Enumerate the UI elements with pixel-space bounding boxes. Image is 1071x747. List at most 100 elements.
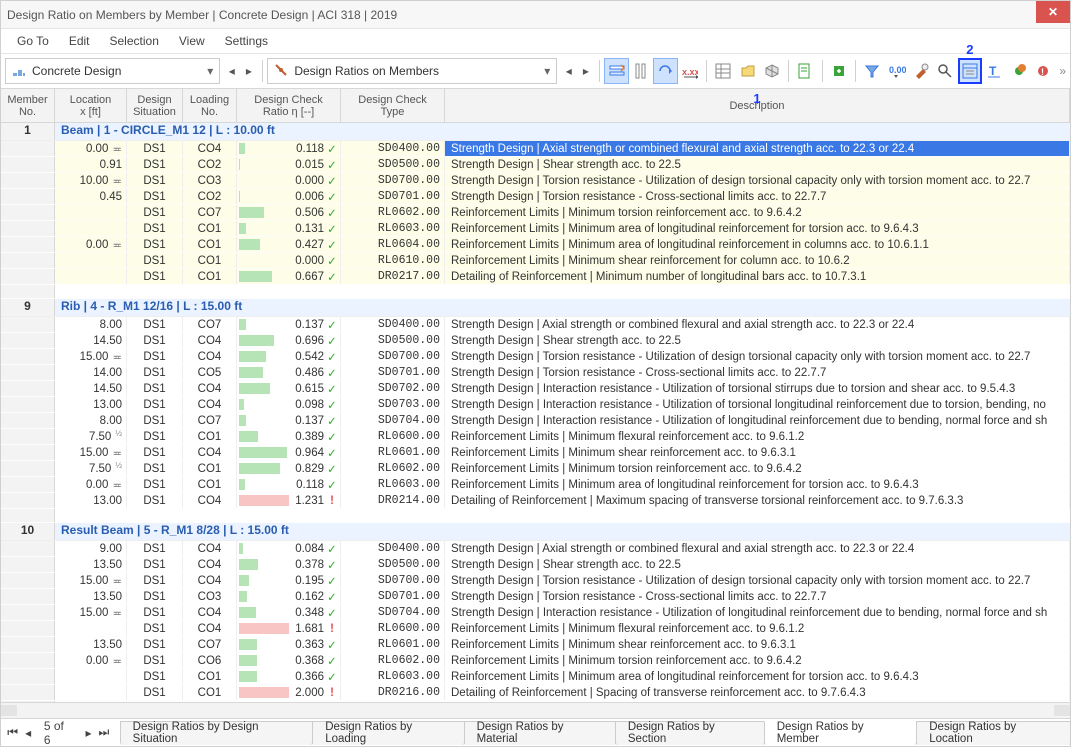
group-row[interactable]: 1 Beam | 1 - CIRCLE_M1 12 | L : 10.00 ft [1,123,1070,141]
table-row[interactable]: 0.00≖ DS1 CO6 0.368 ✓ RL0602.00 Reinforc… [1,653,1070,669]
tab[interactable]: Design Ratios by Loading [312,721,464,745]
cell-description: Strength Design | Torsion resistance - U… [445,349,1070,364]
table-row[interactable]: 14.00 DS1 CO5 0.486 ✓ SD0701.00 Strength… [1,365,1070,381]
cell-member [1,317,55,332]
group-row[interactable]: 9 Rib | 4 - R_M1 12/16 | L : 15.00 ft [1,299,1070,317]
find-text-button[interactable]: T [982,58,1006,84]
menu-edit[interactable]: Edit [59,32,100,50]
addon-combo[interactable]: Concrete Design ▾ [5,58,220,84]
filter-column-button[interactable] [629,58,653,84]
pager-next-button[interactable]: ▸ [81,723,96,743]
menu-goto[interactable]: Go To [7,32,59,50]
check-icon: ✓ [326,365,338,380]
cell-member [1,349,55,364]
cell-situation: DS1 [127,253,183,268]
table-row[interactable]: 13.50 DS1 CO7 0.363 ✓ RL0601.00 Reinforc… [1,637,1070,653]
menu-view[interactable]: View [169,32,215,50]
table-row[interactable]: 13.50 DS1 CO3 0.162 ✓ SD0701.00 Strength… [1,589,1070,605]
table-row[interactable]: 0.00≖ DS1 CO1 0.427 ✓ RL0604.00 Reinforc… [1,237,1070,253]
funnel-filter-button[interactable] [860,58,884,84]
group-row[interactable]: 10 Result Beam | 5 - R_M1 8/28 | L : 15.… [1,523,1070,541]
header-description[interactable]: 1 Description [445,89,1070,122]
cell-location: 7.50½ [55,461,127,476]
table-row[interactable]: DS1 CO1 2.000 ! DR0216.00 Detailing of R… [1,685,1070,701]
table-row[interactable]: 0.00≖ DS1 CO4 0.118 ✓ SD0400.00 Strength… [1,141,1070,157]
menu-selection[interactable]: Selection [100,32,169,50]
pager-first-button[interactable]: ⏮ [5,723,20,743]
table-view-button[interactable] [711,58,735,84]
table-row[interactable]: 13.00 DS1 CO4 0.098 ✓ SD0703.00 Strength… [1,397,1070,413]
header-ratio[interactable]: Design Check Ratio η [--] [237,89,341,122]
menu-settings[interactable]: Settings [215,32,278,50]
details-panel-button[interactable]: 2 [958,58,983,84]
cell-ratio: 0.195 ✓ [237,573,341,588]
table-row[interactable]: 8.00 DS1 CO7 0.137 ✓ SD0400.00 Strength … [1,317,1070,333]
header-type[interactable]: Design Check Type [341,89,445,122]
table-row[interactable]: 13.00 DS1 CO4 1.231 ! DR0214.00 Detailin… [1,493,1070,509]
addon-next-button[interactable]: ▸ [241,58,256,84]
table-row[interactable]: DS1 CO1 0.366 ✓ RL0603.00 Reinforcement … [1,669,1070,685]
table-row[interactable]: 15.00≖ DS1 CO4 0.542 ✓ SD0700.00 Strengt… [1,349,1070,365]
table-row[interactable]: 15.00≖ DS1 CO4 0.195 ✓ SD0700.00 Strengt… [1,573,1070,589]
table-row[interactable]: DS1 CO1 0.131 ✓ RL0603.00 Reinforcement … [1,221,1070,237]
horizontal-scrollbar[interactable] [1,702,1070,718]
table-row[interactable]: 14.50 DS1 CO4 0.615 ✓ SD0702.00 Strength… [1,381,1070,397]
category-prev-button[interactable]: ◂ [561,58,576,84]
table-row[interactable]: DS1 CO4 1.681 ! RL0600.00 Reinforcement … [1,621,1070,637]
table-row[interactable]: 0.45 DS1 CO2 0.006 ✓ SD0701.00 Strength … [1,189,1070,205]
header-member[interactable]: Member No. [1,89,55,122]
view-3d-button[interactable] [760,58,784,84]
table-row[interactable]: 7.50½ DS1 CO1 0.389 ✓ RL0600.00 Reinforc… [1,429,1070,445]
search-button[interactable] [933,58,957,84]
header-situation[interactable]: Design Situation [127,89,183,122]
cell-type: SD0400.00 [341,141,445,156]
cell-location: 15.00≖ [55,445,127,460]
cell-description: Strength Design | Axial strength or comb… [445,541,1070,556]
grid-rows[interactable]: 1 Beam | 1 - CIRCLE_M1 12 | L : 10.00 ft… [1,123,1070,702]
overflow-icon[interactable]: » [1059,64,1066,78]
svg-text:T: T [989,64,997,78]
cell-situation: DS1 [127,141,183,156]
table-row[interactable]: 15.00≖ DS1 CO4 0.348 ✓ SD0704.00 Strengt… [1,605,1070,621]
category-next-button[interactable]: ▸ [578,58,593,84]
cell-ratio: 0.368 ✓ [237,653,341,668]
cell-type: SD0704.00 [341,605,445,620]
table-row[interactable]: 13.50 DS1 CO4 0.378 ✓ SD0500.00 Strength… [1,557,1070,573]
tab[interactable]: Design Ratios by Design Situation [120,721,314,745]
show-warnings-button[interactable]: ! [1031,58,1055,84]
category-combo[interactable]: Design Ratios on Members ▾ [267,58,557,84]
tools-button[interactable] [909,58,933,84]
table-row[interactable]: DS1 CO7 0.506 ✓ RL0602.00 Reinforcement … [1,205,1070,221]
table-row[interactable]: 14.50 DS1 CO4 0.696 ✓ SD0500.00 Strength… [1,333,1070,349]
table-row[interactable]: 0.00≖ DS1 CO1 0.118 ✓ RL0603.00 Reinforc… [1,477,1070,493]
axis-toggle-button[interactable]: x.xx [678,58,702,84]
tab[interactable]: Design Ratios by Material [464,721,616,745]
decimal-places-button[interactable]: 0.00 [884,58,908,84]
report-button[interactable] [793,58,817,84]
export-button[interactable] [827,58,851,84]
table-row[interactable]: 15.00≖ DS1 CO4 0.964 ✓ RL0601.00 Reinfor… [1,445,1070,461]
pager-prev-button[interactable]: ◂ [20,723,35,743]
table-row[interactable]: DS1 CO1 0.667 ✓ DR0217.00 Detailing of R… [1,269,1070,285]
table-row[interactable]: 0.91 DS1 CO2 0.015 ✓ SD0500.00 Strength … [1,157,1070,173]
open-folder-button[interactable] [735,58,759,84]
table-row[interactable]: 7.50½ DS1 CO1 0.829 ✓ RL0602.00 Reinforc… [1,461,1070,477]
filter-row-button[interactable] [604,58,628,84]
sync-selection-button[interactable] [653,58,677,84]
addon-prev-button[interactable]: ◂ [224,58,239,84]
header-loading[interactable]: Loading No. [183,89,237,122]
svg-text:!: ! [1041,67,1044,77]
tab[interactable]: Design Ratios by Member [764,721,918,745]
cell-ratio: 0.000 ✓ [237,253,341,268]
tab[interactable]: Design Ratios by Location [916,721,1071,745]
category-icon [272,63,290,80]
pager-last-button[interactable]: ⏭ [96,723,111,743]
tab[interactable]: Design Ratios by Section [615,721,765,745]
table-row[interactable]: 9.00 DS1 CO4 0.084 ✓ SD0400.00 Strength … [1,541,1070,557]
table-row[interactable]: DS1 CO1 0.000 ✓ RL0610.00 Reinforcement … [1,253,1070,269]
table-row[interactable]: 8.00 DS1 CO7 0.137 ✓ SD0704.00 Strength … [1,413,1070,429]
table-row[interactable]: 10.00≖ DS1 CO3 0.000 ✓ SD0700.00 Strengt… [1,173,1070,189]
show-info-button[interactable] [1007,58,1031,84]
header-location[interactable]: Location x [ft] [55,89,127,122]
close-button[interactable]: ✕ [1036,1,1070,23]
